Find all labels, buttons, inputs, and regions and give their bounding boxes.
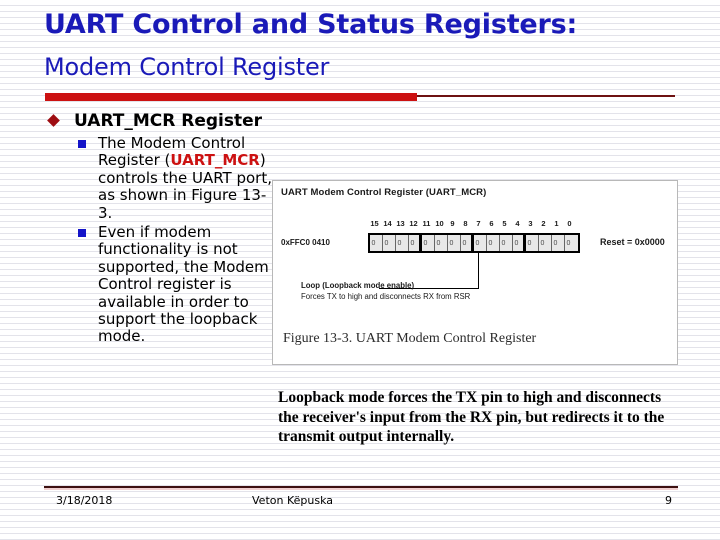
bullet-level2-label: Even if modem functionality is not suppo… (98, 223, 269, 346)
title-sub-text: Modem Control Register (44, 53, 330, 81)
bit-cell: 0 (513, 235, 526, 251)
bit-cell: 0 (422, 235, 435, 251)
bit-index: 10 (435, 219, 444, 228)
bit-cell: 0 (474, 235, 487, 251)
bit-cell: 0 (500, 235, 513, 251)
bullet-level1-item: UART_MCR Register (46, 112, 276, 131)
bit-cell: 0 (370, 235, 383, 251)
bit-cell: 0 (383, 235, 396, 251)
title-divider (45, 93, 677, 101)
register-figure: UART Modem Control Register (UART_MCR) 0… (272, 180, 678, 365)
bullet-text-highlight: UART_MCR (170, 151, 260, 170)
slide-canvas: UART Control and Status Registers: Modem… (0, 0, 720, 540)
bit-cell: 0 (552, 235, 565, 251)
bit-index: 11 (422, 219, 431, 228)
figure-callout: Loop (Loopback mode enable) Forces TX to… (301, 281, 521, 302)
bullet-level1-label: UART_MCR Register (74, 111, 263, 131)
bit-cell: 0 (435, 235, 448, 251)
page-subtitle: Modem Control Register (44, 50, 684, 84)
bit-index: 15 (370, 219, 379, 228)
bit-cell: 0 (526, 235, 539, 251)
bit-index: 1 (554, 219, 559, 228)
register-bit-row: 0 0 0 0 0 0 0 0 0 0 0 0 0 0 0 0 (368, 233, 580, 253)
bit-index: 5 (502, 219, 507, 228)
bit-index: 2 (541, 219, 546, 228)
emphasis-paragraph: Loopback mode forces the TX pin to high … (278, 389, 665, 445)
page-title: UART Control and Status Registers: (44, 8, 684, 41)
bit-index: 7 (476, 219, 481, 228)
footer-rule-light (44, 488, 678, 490)
bullet-list: UART_MCR Register The Modem Control Regi… (46, 112, 276, 348)
bit-cell: 0 (539, 235, 552, 251)
figure-caption: Figure 13-3. UART Modem Control Register (283, 331, 537, 346)
bullet-level2-item-1: The Modem Control Register (UART_MCR) co… (46, 134, 276, 222)
callout-description: Forces TX to high and disconnects RX fro… (301, 291, 471, 301)
footer-date: 3/18/2018 (56, 494, 113, 507)
divider-thin-line (417, 95, 675, 97)
bit-cell: 0 (396, 235, 409, 251)
square-bullet-icon (78, 140, 86, 148)
bit-cell: 0 (487, 235, 500, 251)
footer-author: Veton Këpuska (252, 494, 333, 507)
figure-register-address: 0xFFC0 0410 (281, 238, 330, 247)
bit-cell: 0 (461, 235, 474, 251)
bit-cell: 0 (409, 235, 422, 251)
bit-index: 4 (515, 219, 520, 228)
bit-index: 13 (396, 219, 405, 228)
slide-footer: 3/18/2018 Veton Këpuska 9 (0, 494, 720, 512)
callout-title: Loop (Loopback mode enable) (301, 281, 415, 290)
bit-cell: 0 (565, 235, 578, 251)
bit-index: 9 (450, 219, 455, 228)
bit-index: 3 (528, 219, 533, 228)
figure-reset-value: Reset = 0x0000 (600, 237, 665, 247)
title-line-1: UART Control and Status Registers: (44, 8, 684, 41)
bit-index: 8 (463, 219, 468, 228)
title-main-text: UART Control and Status Registers: (44, 9, 578, 40)
bit-index: 0 (567, 219, 572, 228)
bit-cell: 0 (448, 235, 461, 251)
bit-index-labels: 15 14 13 12 11 10 9 8 7 6 5 4 3 2 1 0 (368, 219, 576, 228)
figure-register-title: UART Modem Control Register (UART_MCR) (281, 187, 487, 198)
bit-index: 12 (409, 219, 418, 228)
footer-page-number: 9 (665, 494, 672, 507)
divider-thick-bar (45, 93, 417, 101)
diamond-bullet-icon (47, 114, 60, 127)
title-line-2: Modem Control Register (44, 50, 684, 84)
bit-index: 14 (383, 219, 392, 228)
square-bullet-icon (78, 229, 86, 238)
bit-index: 6 (489, 219, 494, 228)
bullet-level2-item-2: Even if modem functionality is not suppo… (46, 223, 276, 346)
